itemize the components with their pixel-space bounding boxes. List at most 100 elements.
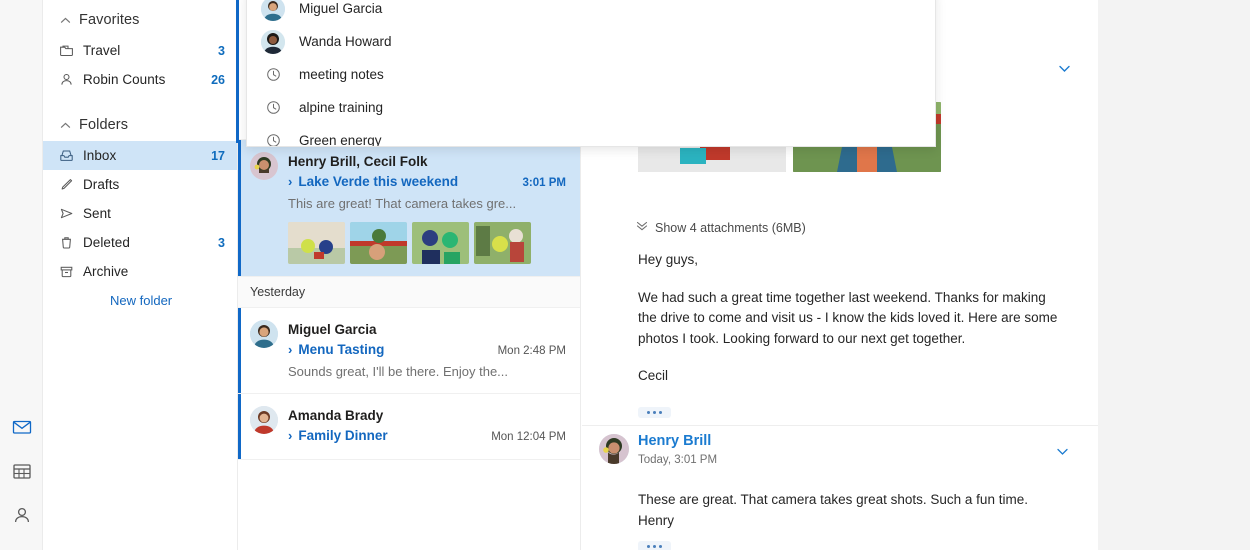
suggestion-label: Miguel Garcia (299, 1, 383, 16)
thumbnail-image[interactable] (412, 222, 469, 264)
avatar (261, 29, 285, 54)
chevron-double-down-icon (636, 219, 648, 237)
show-more-button[interactable] (638, 541, 671, 550)
trash-icon (59, 235, 83, 250)
folder-label: Robin Counts (83, 72, 166, 87)
clock-icon (261, 67, 285, 82)
suggestion-item-recent[interactable]: meeting notes (247, 58, 935, 91)
show-more-button[interactable] (638, 406, 671, 418)
suggestion-label: alpine training (299, 100, 384, 115)
person-icon (59, 72, 83, 87)
calendar-icon (12, 461, 32, 481)
message-body: Hey guys, We had such a great time toget… (638, 250, 1068, 419)
folder-item-sent[interactable]: Sent (43, 199, 237, 228)
favorites-group-header[interactable]: Favorites (43, 4, 237, 36)
message-sender-name[interactable]: Henry Brill (638, 433, 711, 449)
clock-icon (261, 100, 285, 115)
chevron-right-icon[interactable]: › (288, 172, 292, 191)
rail-item-calendar[interactable] (0, 449, 43, 493)
show-attachments-label: Show 4 attachments (6MB) (655, 221, 806, 235)
body-signature: Cecil (638, 368, 669, 383)
chevron-up-icon (59, 14, 79, 27)
folder-item-inbox[interactable]: Inbox 17 (43, 141, 237, 170)
chevron-up-icon (59, 119, 79, 132)
chevron-right-icon[interactable]: › (288, 340, 292, 359)
folder-item-travel[interactable]: Travel 3 (43, 36, 237, 65)
thumbnail-image[interactable] (474, 222, 531, 264)
suggestion-item-person[interactable]: Miguel Garcia (247, 0, 935, 25)
message-divider (582, 425, 1098, 426)
message-list-item[interactable]: Amanda Brady › Family Dinner Mon 12:04 P… (238, 394, 580, 460)
thumbnail-image[interactable] (350, 222, 407, 264)
folder-item-deleted[interactable]: Deleted 3 (43, 228, 237, 257)
rail-item-files[interactable] (0, 537, 43, 550)
suggestion-item-recent[interactable]: Green energy (247, 124, 935, 146)
folder-label: Archive (83, 264, 129, 279)
inbox-icon (59, 148, 83, 163)
avatar (599, 434, 629, 464)
folder-count: 26 (211, 72, 225, 87)
message-sender: Henry Brill, Cecil Folk (288, 154, 428, 169)
app-icon-rail (0, 0, 43, 550)
message-subject-row: › Lake Verde this weekend 3:01 PM (288, 172, 566, 193)
message-subject: Lake Verde this weekend (298, 174, 459, 189)
folder-label: Drafts (83, 177, 120, 192)
expand-conversation-chevron-down-icon[interactable] (1057, 61, 1072, 81)
message-subject: Menu Tasting (298, 342, 385, 357)
thumbnail-image[interactable] (288, 222, 345, 264)
desktop-background (1098, 0, 1250, 550)
folders-group-header[interactable]: Folders (43, 109, 237, 141)
folder-item-archive[interactable]: Archive (43, 257, 237, 286)
message-subject-row: › Family Dinner Mon 12:04 PM (288, 426, 566, 447)
folder-pane-scrollbar[interactable] (236, 0, 239, 143)
people-icon (12, 505, 32, 525)
suggestion-label: Wanda Howard (299, 34, 392, 49)
folder-label: Deleted (83, 235, 130, 250)
date-group-label: Yesterday (250, 285, 306, 299)
show-attachments-toggle[interactable]: Show 4 attachments (6MB) (636, 219, 806, 237)
message-timestamp: Today, 3:01 PM (638, 454, 718, 466)
message-preview: Sounds great, I'll be there. Enjoy the..… (288, 364, 509, 379)
pencil-icon (59, 177, 83, 192)
new-folder-link[interactable]: New folder (43, 286, 237, 314)
message-list-item[interactable]: Miguel Garcia › Menu Tasting Mon 2:48 PM… (238, 308, 580, 394)
expand-message-chevron-down-icon[interactable] (1055, 444, 1070, 464)
rail-item-mail[interactable] (0, 405, 43, 449)
folder-count: 3 (218, 235, 225, 250)
folder-navigation-pane: Favorites Travel 3 Robin Counts 26 Folde… (43, 0, 238, 550)
search-suggestions-dropdown: Miguel Garcia Wanda Howard meeting notes… (246, 0, 936, 147)
suggestion-item-recent[interactable]: alpine training (247, 91, 935, 124)
dot (659, 545, 662, 548)
date-group-header: Yesterday (238, 277, 580, 308)
body-line: These are great. That camera takes great… (638, 492, 1028, 507)
body-line: Henry (638, 512, 675, 528)
rail-icon-group (0, 405, 43, 550)
folder-item-drafts[interactable]: Drafts (43, 170, 237, 199)
avatar (250, 406, 278, 434)
message-time: Mon 2:48 PM (497, 345, 566, 357)
archive-icon (59, 264, 83, 279)
message-preview: This are great! That camera takes gre... (288, 196, 517, 211)
dot (647, 545, 650, 548)
body-paragraph: We had such a great time together last w… (638, 289, 1058, 346)
suggestion-label: meeting notes (299, 67, 384, 82)
send-icon (59, 206, 83, 221)
folder-label: Sent (83, 206, 111, 221)
folders-group-label: Folders (79, 117, 129, 133)
avatar (250, 320, 278, 348)
favorites-group-label: Favorites (79, 12, 140, 28)
message-time: 3:01 PM (522, 177, 566, 189)
dot (647, 410, 650, 414)
message-body: These are great. That camera takes great… (638, 490, 1068, 550)
folder-item-robin-counts[interactable]: Robin Counts 26 (43, 65, 237, 94)
thumbnail-strip (288, 222, 566, 264)
chevron-right-icon[interactable]: › (288, 426, 292, 445)
message-list-item-selected[interactable]: Henry Brill, Cecil Folk › Lake Verde thi… (238, 140, 580, 277)
folder-label: Inbox (83, 148, 117, 163)
folder-icon (59, 43, 83, 58)
avatar (261, 0, 285, 21)
suggestion-item-person[interactable]: Wanda Howard (247, 25, 935, 58)
rail-item-people[interactable] (0, 493, 43, 537)
outlook-app-window: Favorites Travel 3 Robin Counts 26 Folde… (0, 0, 1098, 550)
